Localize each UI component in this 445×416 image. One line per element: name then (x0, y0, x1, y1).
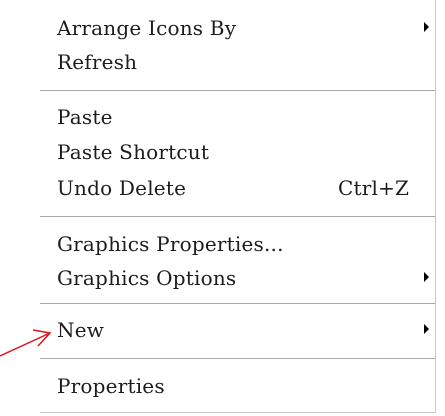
menu-item-label: Graphics Properties... (57, 232, 284, 256)
menu-item-graphics-properties[interactable]: Graphics Properties... (40, 228, 435, 262)
menu-separator (40, 216, 435, 218)
menu-separator (40, 303, 435, 305)
menu-separator (40, 358, 435, 360)
menu-item-arrange-icons-by[interactable]: Arrange Icons By (40, 12, 435, 46)
menu-item-paste[interactable]: Paste (40, 101, 435, 135)
menu-item-graphics-options[interactable]: Graphics Options (40, 262, 435, 296)
pointer-line (0, 332, 51, 357)
menu-item-refresh[interactable]: Refresh (40, 46, 435, 80)
menu-item-new[interactable]: New (40, 314, 435, 348)
menu-item-shortcut: Ctrl+Z (338, 176, 410, 200)
submenu-arrow-icon (424, 272, 429, 282)
pointer-head (32, 329, 52, 347)
menu-item-paste-shortcut[interactable]: Paste Shortcut (40, 136, 435, 170)
submenu-arrow-icon (424, 22, 429, 32)
context-menu: Arrange Icons By Refresh Paste Paste Sho… (40, 0, 436, 413)
submenu-arrow-icon (424, 324, 429, 334)
arrow-pointer-icon (0, 329, 52, 357)
menu-item-undo-delete[interactable]: Undo Delete Ctrl+Z (40, 172, 435, 206)
menu-separator (40, 90, 435, 92)
menu-item-properties[interactable]: Properties (40, 370, 435, 404)
